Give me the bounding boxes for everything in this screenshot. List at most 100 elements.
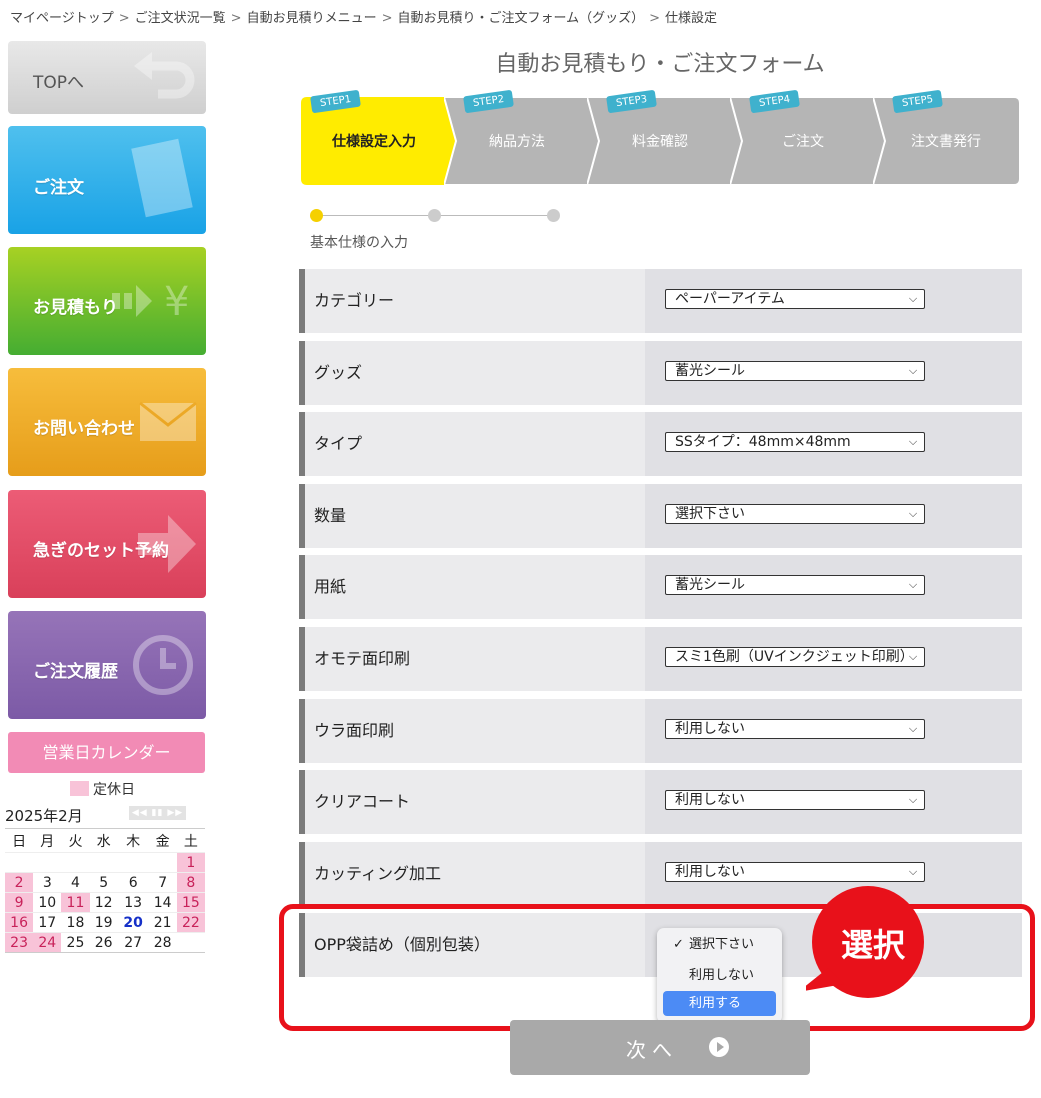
- spec-select[interactable]: スミ1色刷（UVインクジェット印刷） ⌵: [665, 647, 925, 667]
- calendar-legend-label: 定休日: [93, 782, 135, 798]
- calendar-day[interactable]: 16: [5, 912, 34, 933]
- calendar-day[interactable]: 18: [61, 912, 90, 933]
- spec-select-value: 選択下さい: [675, 506, 745, 522]
- calendar-day: [5, 852, 34, 873]
- dropdown-option[interactable]: 利用しない: [663, 963, 776, 988]
- spec-row: ウラ面印刷 利用しない ⌵: [299, 699, 1022, 763]
- breadcrumb-item[interactable]: ご注文状況一覧: [135, 11, 226, 26]
- dropdown-option-label: 利用する: [689, 996, 742, 1011]
- calendar-day[interactable]: 14: [148, 892, 177, 913]
- chevron-down-icon: ⌵: [905, 576, 921, 594]
- spec-row-label: カテゴリー: [314, 291, 395, 310]
- spec-select[interactable]: 蓄光シール ⌵: [665, 575, 925, 595]
- spec-value-cell: 蓄光シール ⌵: [645, 555, 1022, 619]
- calendar-day[interactable]: 12: [89, 892, 118, 913]
- calendar-day[interactable]: 5: [89, 872, 118, 893]
- spec-select-value: 蓄光シール: [675, 577, 745, 593]
- spec-select[interactable]: SSタイプ：48mm×48mm ⌵: [665, 432, 925, 452]
- breadcrumb-current: 仕様設定: [665, 11, 718, 26]
- substep-progress: [310, 208, 560, 224]
- calendar-day[interactable]: 15: [176, 892, 205, 913]
- calendar-day[interactable]: 1: [176, 852, 205, 873]
- calendar-week: 1: [5, 852, 205, 873]
- calendar-day[interactable]: 27: [117, 932, 149, 953]
- section-label: 基本仕様の入力: [310, 235, 408, 251]
- spec-row: グッズ 蓄光シール ⌵: [299, 341, 1022, 405]
- next-button[interactable]: 次へ: [510, 1020, 810, 1075]
- chevron-down-icon: ⌵: [905, 433, 921, 451]
- calendar-weekday: 水: [89, 828, 118, 853]
- calendar-day[interactable]: 8: [176, 872, 205, 893]
- chevron-down-icon: ⌵: [905, 648, 921, 666]
- calendar-day[interactable]: 22: [176, 912, 205, 933]
- spec-value-cell: 選択下さい ⌵: [645, 484, 1022, 548]
- sidebar-history-button[interactable]: ご注文履歴: [8, 611, 206, 719]
- calendar-day[interactable]: 20: [117, 912, 149, 933]
- dropdown-option[interactable]: ✓ 選択下さい: [663, 932, 776, 957]
- sidebar-rush-button[interactable]: 急ぎのセット予約: [8, 490, 206, 598]
- sidebar-top-button[interactable]: TOPへ: [8, 41, 206, 114]
- calendar-day[interactable]: 3: [33, 872, 62, 893]
- calendar-day[interactable]: 17: [33, 912, 62, 933]
- calendar-day[interactable]: 4: [61, 872, 90, 893]
- calendar-weekday: 金: [148, 828, 177, 853]
- calendar-day[interactable]: 24: [33, 932, 62, 953]
- calendar-weekday: 木: [117, 828, 149, 853]
- calendar-day[interactable]: 26: [89, 932, 118, 953]
- spec-select-value: 蓄光シール: [675, 363, 745, 379]
- calendar-day[interactable]: 6: [117, 872, 149, 893]
- calendar-day[interactable]: 21: [148, 912, 177, 933]
- dropdown-option-label: 選択下さい: [689, 937, 755, 952]
- spec-row: クリアコート 利用しない ⌵: [299, 770, 1022, 834]
- breadcrumb-item[interactable]: 自動お見積りメニュー: [247, 11, 377, 26]
- spec-value-cell: ペーパーアイテム ⌵: [645, 269, 1022, 333]
- calendar-day[interactable]: 2: [5, 872, 34, 893]
- calendar-day[interactable]: 28: [148, 932, 177, 953]
- calendar-day[interactable]: 19: [89, 912, 118, 933]
- sidebar-contact-button[interactable]: お問い合わせ: [8, 368, 206, 476]
- spec-row-label: 用紙: [314, 577, 347, 596]
- spec-row-label: 数量: [314, 506, 347, 525]
- spec-select[interactable]: 蓄光シール ⌵: [665, 361, 925, 381]
- dropdown-option-highlighted[interactable]: 利用する: [663, 991, 776, 1016]
- breadcrumb-separator: >: [118, 11, 130, 26]
- spec-value-cell: 利用しない ⌵: [645, 770, 1022, 834]
- spec-select-value: 利用しない: [675, 864, 745, 880]
- breadcrumb-item[interactable]: マイページトップ: [10, 11, 114, 26]
- step-1: STEP1 仕様設定入力: [301, 89, 459, 185]
- calendar-day[interactable]: 11: [61, 892, 90, 913]
- progress-dot: [428, 209, 441, 222]
- spec-select[interactable]: 利用しない ⌵: [665, 790, 925, 810]
- spec-select[interactable]: 利用しない ⌵: [665, 719, 925, 739]
- calendar-day[interactable]: 10: [33, 892, 62, 913]
- calendar-day[interactable]: 25: [61, 932, 90, 953]
- calendar-day[interactable]: 9: [5, 892, 34, 913]
- breadcrumb-item[interactable]: 自動お見積り・ご注文フォーム（グッズ）: [398, 11, 645, 26]
- spec-row-label: タイプ: [314, 434, 363, 453]
- calendar-day[interactable]: 7: [148, 872, 177, 893]
- spec-select-value: 利用しない: [675, 721, 745, 737]
- calendar-day: [148, 852, 177, 873]
- progress-dot: [547, 209, 560, 222]
- spec-row-label: グッズ: [314, 363, 363, 382]
- spec-value-cell: SSタイプ：48mm×48mm ⌵: [645, 412, 1022, 476]
- calendar-nav-buttons[interactable]: ◀◀ ▮▮ ▶▶: [129, 806, 186, 820]
- document-icon: [131, 138, 193, 218]
- sidebar-quote-button[interactable]: お見積もり ¥: [8, 247, 206, 355]
- calendar-legend: 定休日: [70, 779, 135, 799]
- spec-select[interactable]: 選択下さい ⌵: [665, 504, 925, 524]
- calendar-day[interactable]: 13: [117, 892, 149, 913]
- sidebar-quote-label: お見積もり: [33, 298, 118, 318]
- select-dropdown-popup: ✓ 選択下さい 利用しない 利用する: [657, 928, 782, 1023]
- spec-select[interactable]: 利用しない ⌵: [665, 862, 925, 882]
- progress-dot-active: [310, 209, 323, 222]
- sidebar-order-label: ご注文: [33, 178, 84, 198]
- select-badge: 選択: [806, 882, 924, 1000]
- spec-select[interactable]: ペーパーアイテム ⌵: [665, 289, 925, 309]
- breadcrumb-separator: >: [649, 11, 661, 26]
- chevron-down-icon: ⌵: [905, 791, 921, 809]
- calendar-day[interactable]: 23: [5, 932, 34, 953]
- sidebar-order-button[interactable]: ご注文: [8, 126, 206, 234]
- calendar-month: 2025年2月: [5, 807, 83, 825]
- breadcrumb: マイページトップ > ご注文状況一覧 > 自動お見積りメニュー > 自動お見積り・ご注文フォ…: [10, 7, 717, 26]
